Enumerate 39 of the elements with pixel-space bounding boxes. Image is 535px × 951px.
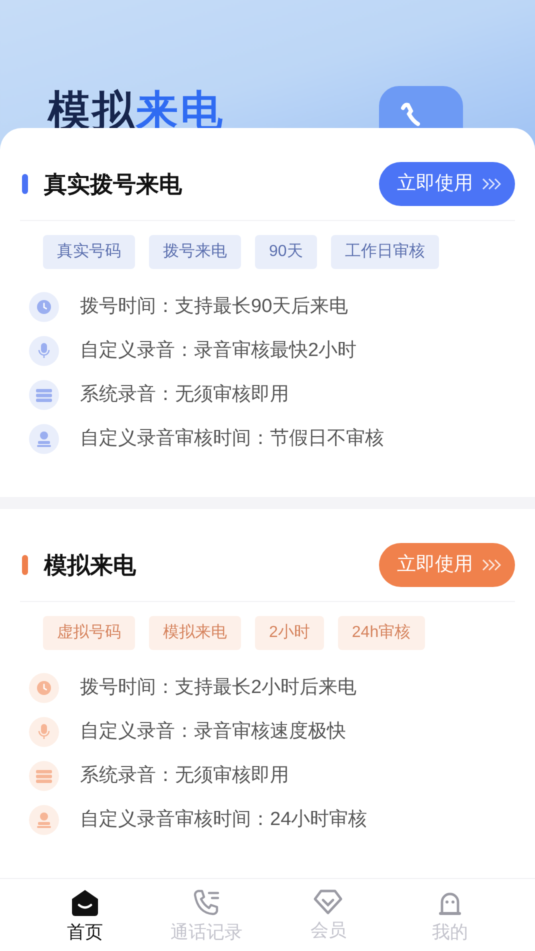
tag: 工作日审核 xyxy=(330,235,439,269)
use-now-button[interactable]: 立即使用 xyxy=(379,162,515,206)
tag: 虚拟号码 xyxy=(43,616,135,650)
chevrons-icon xyxy=(481,177,501,191)
section-title: 真实拨号来电 xyxy=(44,170,182,199)
phone-icon xyxy=(192,889,222,917)
tag: 2小时 xyxy=(255,616,324,650)
feature-text: 系统录音：无须审核即用 xyxy=(80,764,289,788)
diamond-icon xyxy=(313,889,344,915)
user-icon xyxy=(36,431,52,447)
feature-text: 拨号时间：支持最长2小时后来电 xyxy=(80,676,357,700)
clock-icon xyxy=(37,681,51,695)
clock-icon xyxy=(37,300,51,314)
tag: 24h审核 xyxy=(338,616,425,650)
feature-text: 自定义录音：录音审核速度极快 xyxy=(80,720,346,744)
user-icon xyxy=(36,812,52,828)
accent-bar xyxy=(22,174,28,194)
microphone-icon xyxy=(38,343,50,359)
microphone-icon xyxy=(38,724,50,740)
nav-tab[interactable]: 会员 xyxy=(278,889,378,951)
feature-text: 自定义录音审核时间：节假日不审核 xyxy=(80,426,384,451)
tag: 拨号来电 xyxy=(149,235,241,269)
list-icon xyxy=(36,770,52,782)
list-icon xyxy=(36,388,52,402)
tag: 模拟来电 xyxy=(149,616,241,650)
use-now-button[interactable]: 立即使用 xyxy=(379,543,515,587)
tag: 90天 xyxy=(255,235,317,269)
accent-bar xyxy=(22,555,28,575)
feature-text: 拨号时间：支持最长90天后来电 xyxy=(80,294,348,319)
tag: 真实号码 xyxy=(43,235,135,269)
nav-tab[interactable]: 首页 xyxy=(34,889,135,951)
feature-text: 自定义录音：录音审核最快2小时 xyxy=(80,338,357,363)
nav-tab[interactable]: 我的 xyxy=(400,889,500,951)
nav-tab[interactable]: 通话记录 xyxy=(156,889,257,951)
chevrons-icon xyxy=(481,558,501,572)
section-title: 模拟来电 xyxy=(44,550,136,580)
feature-text: 系统录音：无须审核即用 xyxy=(80,382,289,407)
home-icon xyxy=(70,889,100,917)
feature-text: 自定义录音审核时间：24小时审核 xyxy=(80,808,368,832)
